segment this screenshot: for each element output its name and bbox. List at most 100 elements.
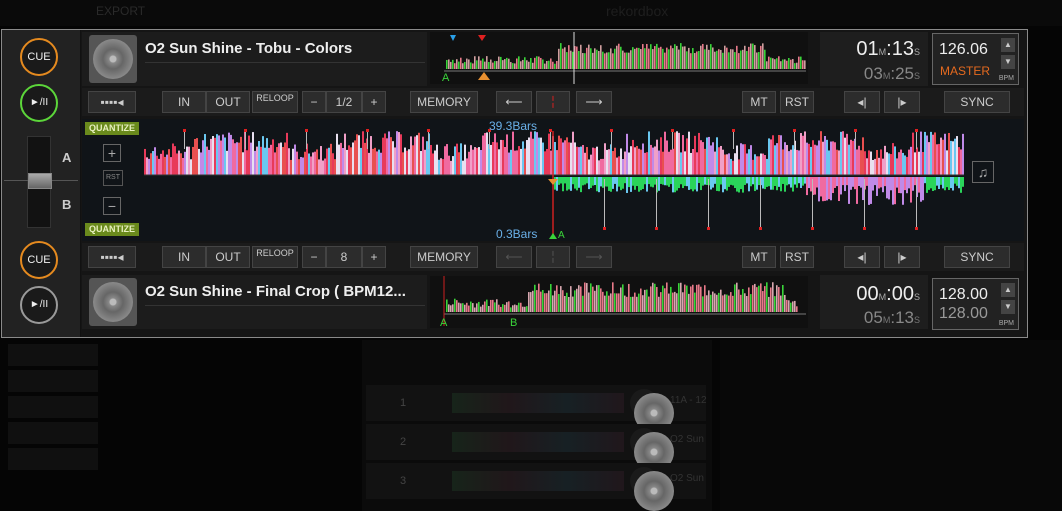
waveform-bar bbox=[468, 151, 470, 175]
overview-bar bbox=[452, 59, 454, 69]
overview-bar bbox=[734, 52, 736, 69]
deck1-overview-svg[interactable]: A bbox=[430, 32, 808, 84]
deck2-next-cue-icon[interactable]: ⟶ bbox=[576, 246, 612, 268]
deck1-memory-button[interactable]: MEMORY bbox=[410, 91, 478, 113]
deck1-master-badge[interactable]: MASTER bbox=[940, 64, 990, 78]
overview-bar bbox=[544, 293, 546, 312]
deck1-loop-in-button[interactable]: IN bbox=[162, 91, 206, 113]
music-note-icon[interactable]: ♫ bbox=[972, 161, 994, 183]
deck2-overview-waveform[interactable]: A B bbox=[430, 276, 808, 329]
deck2-loop-in-button[interactable]: IN bbox=[162, 246, 206, 268]
deck1-bpm-up-icon[interactable]: ▲ bbox=[1001, 38, 1015, 52]
deck2-bpm-up-icon[interactable]: ▲ bbox=[1001, 283, 1015, 297]
deck1-next-cue-icon[interactable]: ⟶ bbox=[576, 91, 612, 113]
deck1-beat-jump-back-icon[interactable]: ◂| bbox=[844, 91, 880, 113]
waveform-bar bbox=[604, 143, 606, 175]
deck2-beat-jump-back-icon[interactable]: ◂| bbox=[844, 246, 880, 268]
waveform-svg[interactable]: A bbox=[144, 119, 964, 241]
waveform-bar bbox=[384, 133, 386, 175]
deck1-reloop-button[interactable]: RELOOP bbox=[252, 91, 298, 113]
overview-bar bbox=[552, 61, 554, 69]
overview-bar bbox=[590, 48, 592, 69]
deck2-loop-out-button[interactable]: OUT bbox=[206, 246, 250, 268]
overview-bar bbox=[554, 290, 556, 312]
deck2-master-tempo-button[interactable]: MT bbox=[742, 246, 776, 268]
deck2-beat-jump-forward-icon[interactable]: |▸ bbox=[884, 246, 920, 268]
deck2-delete-cue-icon[interactable]: ╎ bbox=[536, 246, 570, 268]
deck1-collapse-button[interactable]: ▪▪▪▪◂ bbox=[88, 91, 136, 113]
overview-bar bbox=[712, 291, 714, 312]
zoom-in-icon[interactable]: + bbox=[103, 144, 121, 162]
waveform-bar bbox=[164, 156, 166, 175]
waveform-bar bbox=[700, 140, 702, 175]
overview-bar bbox=[456, 59, 458, 69]
deck1-delete-cue-icon[interactable]: ╎ bbox=[536, 91, 570, 113]
waveform-bar bbox=[696, 152, 698, 175]
sidebar-item[interactable] bbox=[8, 422, 98, 444]
waveform-bar bbox=[842, 131, 844, 175]
unit-s: S bbox=[913, 292, 920, 302]
deck2-quantize-button[interactable]: QUANTIZE bbox=[85, 223, 139, 236]
track-row[interactable]: 3 O2 Sun bbox=[366, 463, 706, 511]
deck1-loop-half-button[interactable]: − bbox=[302, 91, 326, 113]
overview-bar bbox=[608, 295, 610, 312]
deck2-loop-double-button[interactable]: + bbox=[362, 246, 386, 268]
waveform-bar bbox=[690, 152, 692, 175]
deck2-collapse-button[interactable]: ▪▪▪▪◂ bbox=[88, 246, 136, 268]
sidebar-item[interactable] bbox=[8, 344, 98, 366]
deck2-reloop-button[interactable]: RELOOP bbox=[252, 246, 298, 268]
deck2-loop-half-button[interactable]: − bbox=[302, 246, 326, 268]
crossfader-knob[interactable] bbox=[28, 173, 52, 189]
waveform-bar bbox=[862, 177, 864, 201]
track-row[interactable]: 1 11A - 12 bbox=[366, 385, 707, 433]
deck1-play-pause-button[interactable]: ►/II bbox=[20, 84, 58, 122]
deck1-overview-waveform[interactable]: A bbox=[430, 32, 808, 84]
deck2-prev-cue-icon[interactable]: ⟵ bbox=[496, 246, 532, 268]
sidebar-item[interactable] bbox=[8, 370, 98, 392]
deck1-cue-button[interactable]: CUE bbox=[20, 38, 58, 76]
deck1-reset-button[interactable]: RST bbox=[780, 91, 814, 113]
deck2-play-pause-button[interactable]: ►/II bbox=[20, 286, 58, 324]
overview-bar bbox=[560, 286, 562, 312]
deck1-loop-out-button[interactable]: OUT bbox=[206, 91, 250, 113]
deck1-sync-button[interactable]: SYNC bbox=[944, 91, 1010, 113]
deck2-reset-button[interactable]: RST bbox=[780, 246, 814, 268]
deck2-title: O2 Sun Shine - Final Crop ( BPM12... bbox=[145, 283, 406, 300]
waveform-bar bbox=[818, 177, 820, 202]
waveform-bar bbox=[502, 140, 504, 175]
deck2-cue-button[interactable]: CUE bbox=[20, 241, 58, 279]
waveform-bar bbox=[906, 177, 908, 194]
deck2-memory-button[interactable]: MEMORY bbox=[410, 246, 478, 268]
track-row[interactable]: 2 O2 Sun bbox=[366, 424, 706, 472]
waveform-bar bbox=[872, 177, 874, 191]
deck2-sync-button[interactable]: SYNC bbox=[944, 246, 1010, 268]
export-menu[interactable]: EXPORT bbox=[96, 4, 145, 18]
overview-bar bbox=[690, 286, 692, 312]
waveform-bar bbox=[194, 138, 196, 175]
waveform-bar bbox=[478, 147, 480, 175]
waveform-bar bbox=[670, 177, 672, 185]
deck1-master-tempo-button[interactable]: MT bbox=[742, 91, 776, 113]
deck2-bpm-down-icon[interactable]: ▼ bbox=[1001, 300, 1015, 314]
deck1-quantize-button[interactable]: QUANTIZE bbox=[85, 122, 139, 135]
waveform-bar bbox=[592, 147, 594, 175]
sidebar-item[interactable] bbox=[8, 396, 98, 418]
overview-bar bbox=[506, 302, 508, 312]
deck1-prev-cue-icon[interactable]: ⟵ bbox=[496, 91, 532, 113]
zoom-reset-button[interactable]: RST bbox=[103, 170, 123, 186]
sidebar-item[interactable] bbox=[8, 448, 98, 470]
zoom-out-icon[interactable]: − bbox=[103, 197, 121, 215]
overview-bar bbox=[704, 285, 706, 312]
overview-bar bbox=[532, 290, 534, 312]
overview-bar bbox=[490, 299, 492, 312]
waveform-bar bbox=[672, 148, 674, 175]
deck2-overview-svg[interactable]: A B bbox=[430, 276, 808, 329]
deck1-beat-jump-forward-icon[interactable]: |▸ bbox=[884, 91, 920, 113]
enlarged-waveform-area[interactable]: QUANTIZE + RST − QUANTIZE A 39.3Bars 0.3… bbox=[82, 119, 1024, 241]
overview-bar bbox=[756, 287, 758, 312]
waveform-bar bbox=[544, 151, 546, 175]
waveform-bar bbox=[480, 150, 482, 175]
deck1-bpm-down-icon[interactable]: ▼ bbox=[1001, 55, 1015, 69]
deck1-loop-double-button[interactable]: + bbox=[362, 91, 386, 113]
waveform-bar bbox=[594, 177, 596, 186]
